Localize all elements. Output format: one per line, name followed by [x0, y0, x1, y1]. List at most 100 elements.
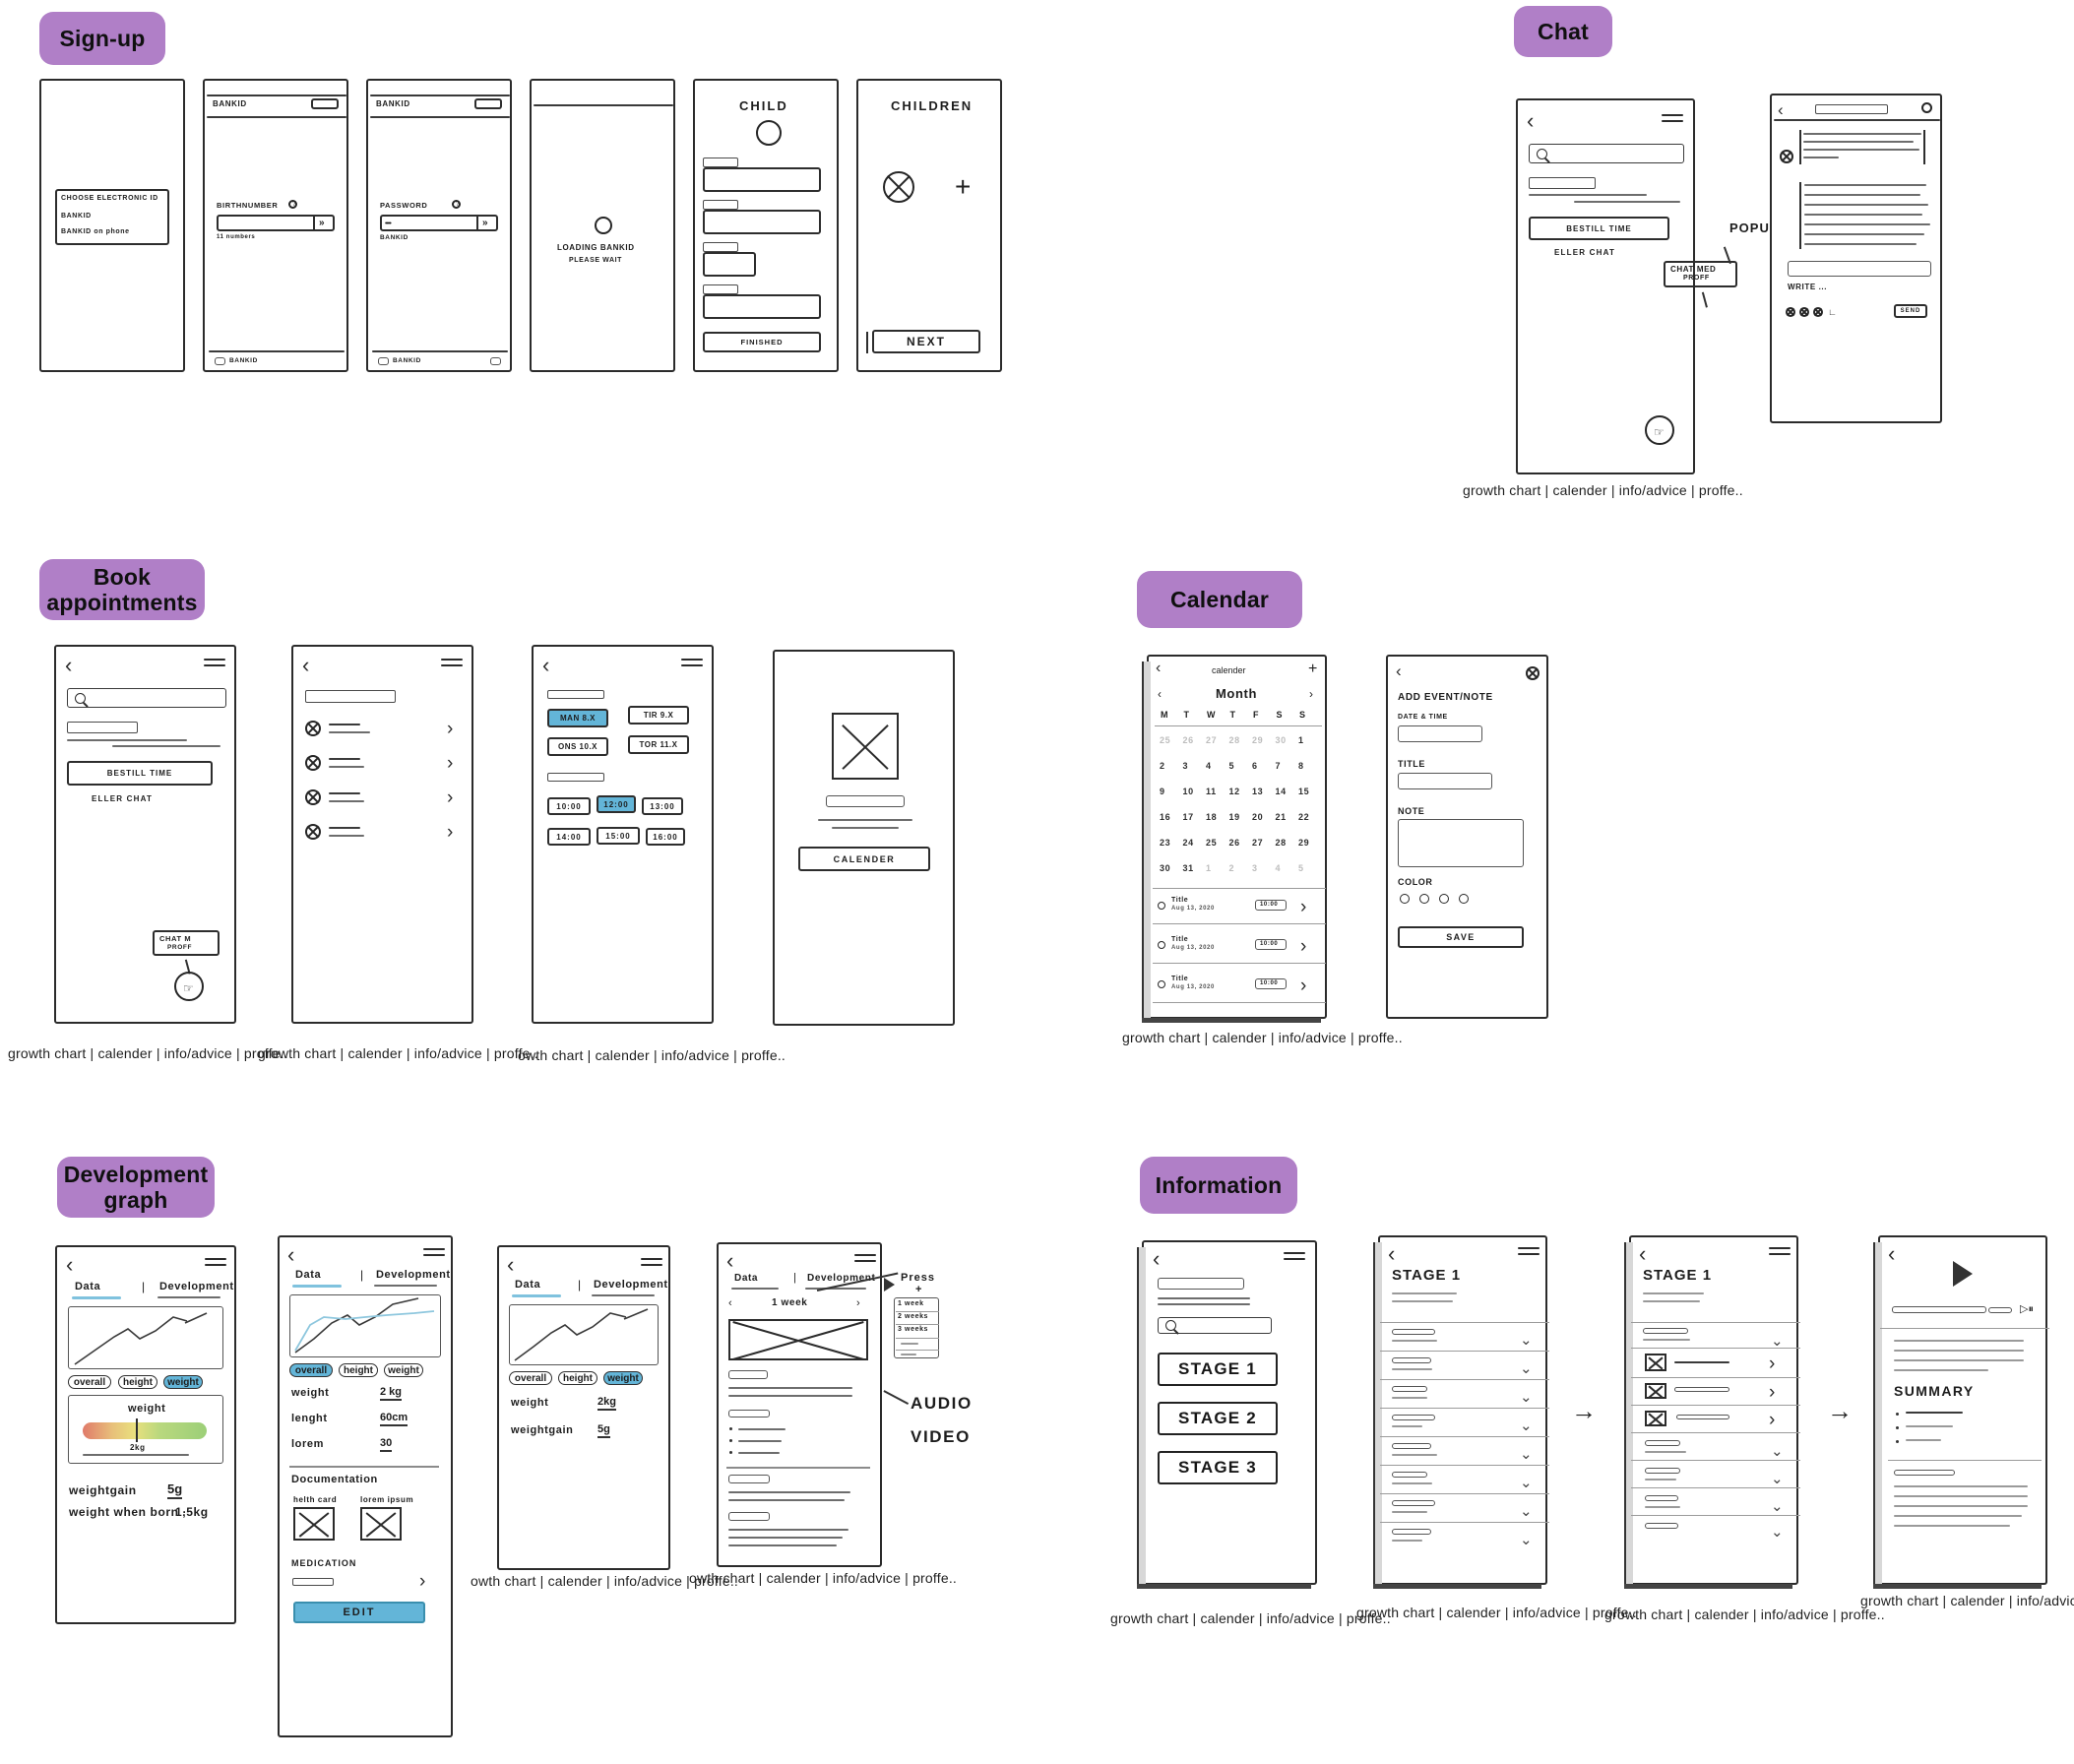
doc-thumb-1[interactable] [360, 1507, 402, 1541]
chip-weight[interactable]: weight [384, 1363, 423, 1377]
bottom-nav-info-4[interactable]: growth chart | calender | info/advice | … [1860, 1593, 2074, 1608]
calendar-day-cell[interactable]: 20 [1252, 812, 1263, 822]
calendar-day-cell[interactable]: 5 [1229, 761, 1235, 771]
chevron-right-icon[interactable]: › [447, 823, 453, 842]
bottom-nav-dev-4[interactable]: owth chart | calender | info/advice | pr… [689, 1570, 957, 1586]
tab-data[interactable]: Data [295, 1269, 321, 1281]
period-dropdown[interactable]: 1 week 2 weeks 3 weeks [894, 1297, 939, 1358]
child-field-4[interactable] [703, 294, 821, 319]
chevron-down-icon[interactable]: ⌄ [1520, 1502, 1533, 1520]
calendar-day-cell[interactable]: 3 [1183, 761, 1189, 771]
camera-icon[interactable] [1799, 307, 1809, 317]
media-placeholder-icon[interactable] [728, 1319, 868, 1360]
close-icon[interactable] [1526, 666, 1540, 680]
time-slot-4[interactable]: 15:00 [597, 827, 640, 845]
search-input[interactable] [1529, 144, 1684, 163]
day-slot-0[interactable]: MAN 8.x [547, 709, 608, 727]
calendar-day-cell[interactable]: 21 [1276, 812, 1287, 822]
stage-button-3[interactable]: STAGE 3 [1158, 1451, 1278, 1484]
bottom-nav-book-3[interactable]: owth chart | calender | info/advice | pr… [518, 1047, 786, 1063]
back-icon[interactable]: ‹ [65, 655, 72, 676]
next-button[interactable]: NEXT [872, 330, 980, 353]
period-prev-button[interactable]: ‹ [728, 1297, 732, 1309]
calendar-day-cell[interactable]: 17 [1183, 812, 1194, 822]
calendar-day-cell[interactable]: 22 [1298, 812, 1309, 822]
time-slot-0[interactable]: 10:00 [547, 797, 591, 815]
back-icon[interactable]: ‹ [302, 655, 309, 676]
doc-thumb-0[interactable] [293, 1507, 335, 1541]
chip-weight[interactable]: weight [163, 1375, 203, 1389]
child-field-3[interactable] [703, 252, 756, 277]
calendar-day-cell[interactable]: 30 [1160, 863, 1170, 873]
chevron-right-icon[interactable]: › [447, 754, 453, 773]
stage-button-2[interactable]: STAGE 2 [1158, 1402, 1278, 1435]
submit-arrow[interactable]: » [319, 218, 325, 228]
tab-data[interactable]: Data [515, 1279, 540, 1291]
edit-button[interactable]: EDIT [293, 1602, 425, 1623]
color-swatch-4[interactable] [1459, 894, 1469, 904]
calendar-day-cell[interactable]: 4 [1206, 761, 1212, 771]
search-input[interactable] [1158, 1317, 1272, 1334]
chevron-right-icon[interactable]: › [1300, 937, 1306, 956]
chip-height[interactable]: height [558, 1371, 597, 1385]
chevron-right-icon[interactable]: › [419, 1572, 425, 1591]
calendar-day-cell[interactable]: 26 [1183, 735, 1194, 745]
note-input[interactable] [1398, 819, 1524, 867]
calendar-day-cell[interactable]: 18 [1206, 812, 1217, 822]
calendar-day-cell[interactable]: 7 [1276, 761, 1282, 771]
menu-icon[interactable] [441, 659, 463, 670]
bottom-nav-calendar[interactable]: growth chart | calender | info/advice | … [1122, 1030, 1403, 1045]
compose-input[interactable] [1788, 261, 1931, 277]
tab-data[interactable]: Data [734, 1273, 758, 1284]
child-field-2[interactable] [703, 210, 821, 234]
add-event-button[interactable]: + [1308, 662, 1317, 677]
calendar-day-cell[interactable]: 2 [1160, 761, 1165, 771]
menu-icon[interactable] [681, 659, 703, 670]
calendar-day-cell[interactable]: 1 [1298, 735, 1304, 745]
color-swatch-1[interactable] [1400, 894, 1410, 904]
child-field-1[interactable] [703, 167, 821, 192]
chevron-down-icon[interactable]: ⌄ [1771, 1523, 1784, 1541]
back-icon[interactable]: ‹ [1156, 661, 1161, 676]
calendar-day-cell[interactable]: 27 [1206, 735, 1217, 745]
chevron-right-icon[interactable]: › [1769, 1411, 1775, 1429]
period-next-button[interactable]: › [856, 1297, 860, 1309]
calendar-day-cell[interactable]: 9 [1160, 787, 1165, 796]
add-child-button[interactable]: + [955, 173, 971, 201]
back-icon[interactable]: ‹ [1396, 662, 1402, 679]
send-button[interactable]: SEND [1894, 304, 1927, 318]
chip-overall[interactable]: overall [68, 1375, 111, 1389]
color-swatch-3[interactable] [1439, 894, 1449, 904]
dropdown-option-1[interactable]: 2 weeks [898, 1313, 928, 1320]
bottom-nav-book-1[interactable]: growth chart | calender | info/advice | … [8, 1045, 288, 1061]
period-label[interactable]: 1 week [772, 1297, 807, 1308]
chip-height[interactable]: height [339, 1363, 378, 1377]
menu-icon[interactable] [205, 1258, 226, 1270]
calendar-day-cell[interactable]: 16 [1160, 812, 1170, 822]
avatar[interactable] [756, 120, 782, 146]
chevron-right-icon[interactable]: › [1300, 976, 1306, 995]
chevron-down-icon[interactable]: ⌄ [1520, 1417, 1533, 1434]
calendar-day-cell[interactable]: 15 [1298, 787, 1309, 796]
bottom-nav-info-3[interactable]: growth chart | calender | info/advice | … [1604, 1606, 1885, 1622]
calendar-day-cell[interactable]: 3 [1252, 863, 1258, 873]
chevron-right-icon[interactable]: › [1769, 1354, 1775, 1373]
calendar-day-cell[interactable]: 28 [1229, 735, 1240, 745]
chevron-down-icon[interactable]: ⌄ [1520, 1445, 1533, 1463]
chevron-right-icon[interactable]: › [1769, 1383, 1775, 1402]
color-swatch-2[interactable] [1419, 894, 1429, 904]
calendar-day-cell[interactable]: 27 [1252, 838, 1263, 848]
calendar-day-cell[interactable]: 25 [1160, 735, 1170, 745]
chevron-right-icon[interactable]: › [447, 720, 453, 738]
play-icon[interactable] [1953, 1261, 1973, 1287]
file-icon[interactable] [1813, 307, 1823, 317]
help-icon[interactable]: ? [288, 200, 297, 209]
calendar-day-cell[interactable]: 14 [1276, 787, 1287, 796]
image-icon[interactable] [1786, 307, 1795, 317]
day-slot-2[interactable]: ONS 10.x [547, 737, 608, 756]
option-bankid[interactable]: BANKID [61, 213, 92, 220]
book-time-button[interactable]: BESTILL TIME [67, 761, 213, 786]
calendar-day-cell[interactable]: 1 [1206, 863, 1212, 873]
chevron-down-icon[interactable]: ⌄ [1520, 1388, 1533, 1406]
back-icon[interactable]: ‹ [1778, 101, 1784, 118]
